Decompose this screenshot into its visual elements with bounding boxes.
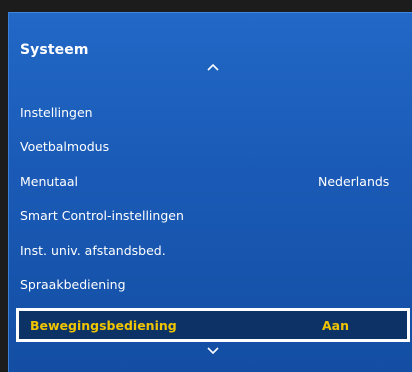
- menu-item-voetbalmodus[interactable]: Voetbalmodus: [20, 129, 390, 163]
- menu-item-menutaal[interactable]: Menutaal Nederlands: [20, 164, 390, 198]
- menu-item-label: Spraakbediening: [20, 276, 126, 292]
- menu-item-universal-remote[interactable]: Inst. univ. afstandsbed.: [20, 233, 390, 267]
- menu-item-value: Aan: [322, 317, 350, 333]
- menu-item-label: Bewegingsbediening: [30, 317, 177, 333]
- menu-item-value: Nederlands: [318, 173, 390, 189]
- menu-item-label: Menutaal: [20, 173, 79, 189]
- menu-item-smart-control[interactable]: Smart Control-instellingen: [20, 198, 390, 232]
- tv-screen: Systeem Instellingen Voetbalmodus Menuta…: [0, 0, 412, 372]
- menu-item-bewegingsbediening[interactable]: Bewegingsbediening Aan: [16, 308, 410, 342]
- chevron-down-icon[interactable]: [206, 344, 220, 358]
- menu-item-spraakbediening[interactable]: Spraakbediening: [20, 267, 390, 301]
- menu-item-label: Inst. univ. afstandsbed.: [20, 242, 166, 258]
- menu-title: Systeem: [20, 42, 89, 58]
- menu-item-label: Instellingen: [20, 104, 93, 120]
- menu-item-instellingen[interactable]: Instellingen: [20, 95, 390, 129]
- menu-item-label: Smart Control-instellingen: [20, 207, 184, 223]
- menu-item-label: Voetbalmodus: [20, 138, 110, 154]
- chevron-up-icon[interactable]: [206, 60, 220, 74]
